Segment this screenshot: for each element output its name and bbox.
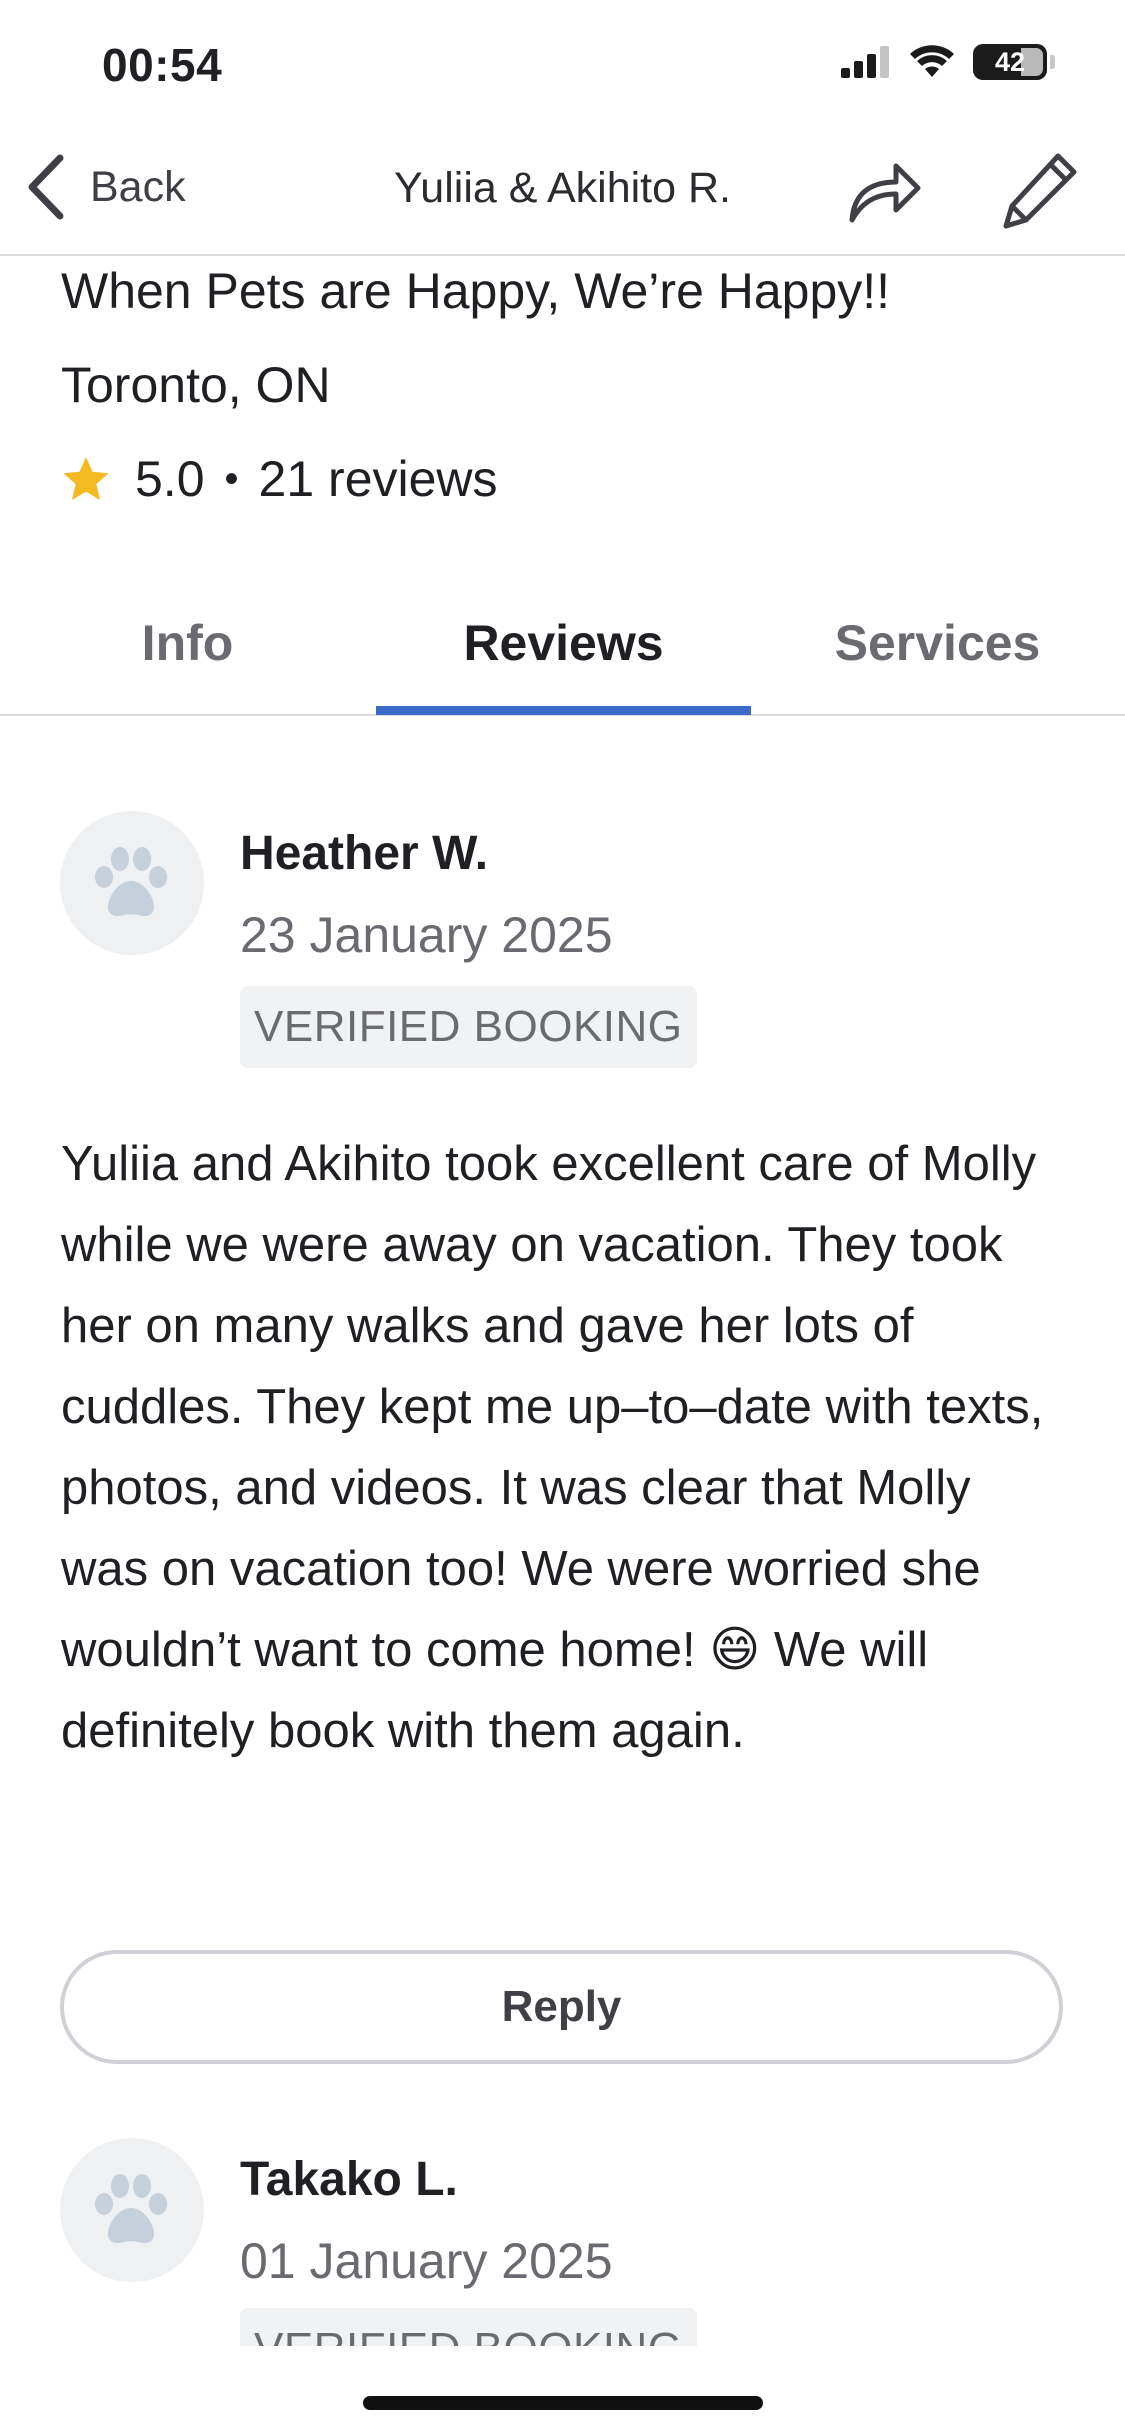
avatar	[60, 2138, 204, 2282]
share-arrow-icon	[849, 163, 921, 223]
cellular-signal-icon	[841, 46, 889, 78]
profile-tabs: Info Reviews Services	[0, 590, 1125, 716]
page-title: Yuliia & Akihito R.	[393, 164, 731, 212]
review-date: 01 January 2025	[240, 2233, 613, 2289]
navigation-bar: Back Yuliia & Akihito R.	[0, 130, 1125, 256]
tab-info[interactable]: Info	[0, 590, 375, 716]
profile-location: Toronto, ON	[61, 357, 331, 413]
profile-tagline: When Pets are Happy, We’re Happy!!	[61, 263, 891, 319]
avatar	[60, 811, 204, 955]
status-icons: 42	[841, 44, 1055, 80]
reviews-screen: 00:54 42 Back Yuliia & Akihito R. When P…	[0, 0, 1125, 2436]
rating-summary: 5.0 • 21 reviews	[61, 450, 498, 508]
active-tab-indicator	[376, 706, 751, 715]
battery-indicator: 42	[973, 44, 1055, 80]
tab-reviews[interactable]: Reviews	[376, 590, 751, 716]
pencil-icon	[1003, 153, 1077, 229]
status-bar: 00:54 42	[0, 0, 1125, 130]
reply-button[interactable]: Reply	[60, 1950, 1063, 2064]
verified-booking-badge: VERIFIED BOOKING	[240, 986, 697, 1068]
status-time: 00:54	[102, 39, 223, 91]
rating-separator: •	[224, 456, 239, 501]
reviewer-name: Heather W.	[240, 827, 489, 880]
back-button[interactable]: Back	[24, 152, 186, 222]
edit-button[interactable]	[998, 148, 1082, 232]
paw-icon	[95, 847, 167, 917]
reviewer-name: Takako L.	[240, 2153, 458, 2206]
review-date: 23 January 2025	[240, 907, 613, 963]
wifi-icon	[910, 45, 954, 77]
tab-services[interactable]: Services	[750, 590, 1125, 716]
battery-icon: 42	[973, 44, 1047, 80]
rating-value: 5.0	[135, 451, 205, 507]
chevron-left-icon	[28, 154, 64, 220]
review-text: Yuliia and Akihito took excellent care o…	[61, 1137, 1044, 1758]
home-indicator[interactable]	[363, 2396, 763, 2410]
battery-level: 42	[994, 46, 1026, 77]
star-icon	[63, 457, 109, 500]
reviews-count[interactable]: 21 reviews	[259, 450, 498, 508]
paw-icon	[95, 2174, 167, 2244]
badge-clip: VERIFIED BOOKING	[0, 2300, 1125, 2346]
back-label: Back	[90, 162, 186, 211]
verified-booking-badge: VERIFIED BOOKING	[240, 2308, 697, 2346]
share-button[interactable]	[842, 150, 924, 232]
